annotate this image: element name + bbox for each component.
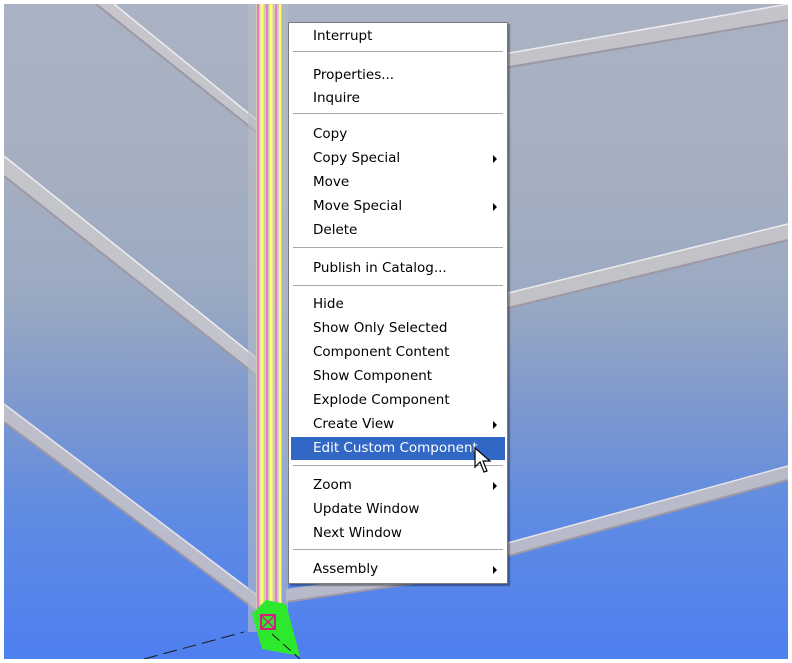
menu-item-properties[interactable]: Properties... (291, 64, 505, 87)
steel-beam[interactable] (4, 155, 275, 390)
menu-item-hide[interactable]: Hide (291, 293, 505, 316)
menu-separator (293, 113, 503, 115)
submenu-arrow-icon (493, 421, 497, 429)
steel-beam[interactable] (503, 465, 788, 558)
menu-item-publish-in-catalog[interactable]: Publish in Catalog... (291, 257, 505, 280)
submenu-arrow-icon (493, 566, 497, 574)
menu-item-show-component[interactable]: Show Component (291, 365, 505, 388)
steel-beam[interactable] (503, 223, 788, 310)
menu-item-label: Move Special (313, 198, 403, 214)
selected-column[interactable] (248, 4, 288, 632)
menu-item-zoom[interactable]: Zoom (291, 474, 505, 497)
menu-item-label: Zoom (313, 477, 352, 493)
menu-item-edit-custom-component[interactable]: Edit Custom Component (291, 437, 505, 460)
submenu-arrow-icon (493, 203, 497, 211)
menu-item-update-window[interactable]: Update Window (291, 498, 505, 521)
context-menu: Interrupt Properties... Inquire Copy Cop… (288, 22, 508, 584)
submenu-arrow-icon (493, 482, 497, 490)
menu-item-component-content[interactable]: Component Content (291, 341, 505, 364)
menu-item-label: Create View (313, 416, 395, 432)
menu-item-assembly[interactable]: Assembly (291, 558, 505, 581)
selection-handle-icon[interactable] (252, 600, 300, 656)
menu-item-interrupt[interactable]: Interrupt (291, 25, 505, 48)
submenu-arrow-icon (493, 155, 497, 163)
menu-item-explode-component[interactable]: Explode Component (291, 389, 505, 412)
menu-item-move-special[interactable]: Move Special (291, 195, 505, 218)
steel-beam[interactable] (503, 4, 788, 69)
menu-separator (293, 247, 503, 249)
menu-item-label: Copy Special (313, 150, 401, 166)
menu-item-create-view[interactable]: Create View (291, 413, 505, 436)
menu-item-next-window[interactable]: Next Window (291, 522, 505, 545)
menu-item-copy-special[interactable]: Copy Special (291, 147, 505, 170)
menu-item-show-only-selected[interactable]: Show Only Selected (291, 317, 505, 340)
menu-separator (293, 549, 503, 551)
menu-item-inquire[interactable]: Inquire (291, 87, 505, 110)
steel-beam[interactable] (4, 403, 267, 617)
menu-item-copy[interactable]: Copy (291, 123, 505, 146)
menu-separator (293, 285, 503, 287)
menu-item-move[interactable]: Move (291, 171, 505, 194)
model-3d-viewport[interactable]: Interrupt Properties... Inquire Copy Cop… (4, 4, 788, 659)
menu-item-label: Assembly (313, 561, 379, 577)
menu-separator (293, 465, 503, 467)
menu-item-delete[interactable]: Delete (291, 219, 505, 242)
steel-beam[interactable] (95, 4, 275, 147)
mouse-pointer-icon (474, 447, 492, 473)
menu-separator (293, 51, 503, 53)
